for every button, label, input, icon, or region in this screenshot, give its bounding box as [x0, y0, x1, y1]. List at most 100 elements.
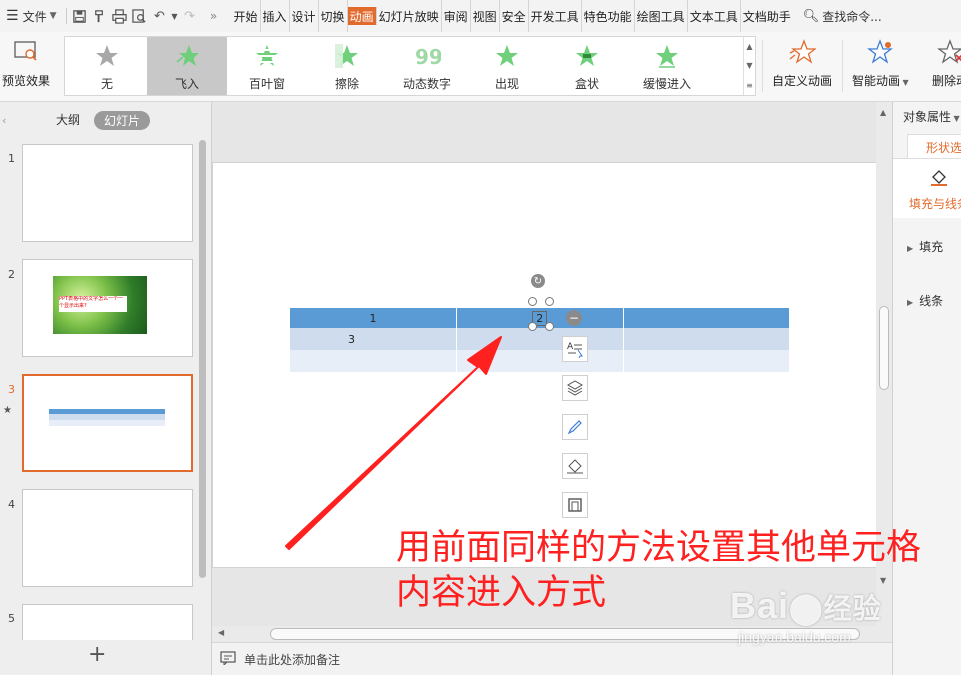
- animation-box-label: 盒状: [574, 77, 599, 91]
- resize-handle[interactable]: [528, 297, 537, 306]
- smart-animation-button[interactable]: 智能动画 ▼: [852, 38, 909, 89]
- pen-button[interactable]: [562, 414, 588, 440]
- tab-shape-options[interactable]: 形状选项: [907, 134, 961, 158]
- tab-security[interactable]: 安全: [500, 0, 529, 32]
- line-section[interactable]: ▶ 线条: [907, 292, 943, 309]
- table-cell[interactable]: 3: [290, 328, 457, 350]
- table-cell[interactable]: [623, 308, 790, 328]
- tab-slides[interactable]: 幻灯片: [94, 111, 151, 130]
- slide-canvas[interactable]: 1 2 3 ↻ − A: [212, 162, 880, 568]
- slide-thumbnail-1[interactable]: [22, 144, 193, 242]
- chevron-right-icon: ▶: [907, 298, 914, 307]
- table-cell[interactable]: [290, 350, 457, 372]
- delete-animation-icon: [936, 38, 961, 66]
- tab-features[interactable]: 特色功能: [582, 0, 635, 32]
- tab-review[interactable]: 审阅: [442, 0, 471, 32]
- animation-appear[interactable]: 出现: [467, 37, 547, 95]
- tab-view[interactable]: 视图: [471, 0, 500, 32]
- scrollbar-thumb[interactable]: [879, 306, 889, 390]
- ribbon-tabs: 开始 插入 设计 切换 动画 幻灯片放映 审阅 视图 安全 开发工具 特色功能 …: [232, 0, 793, 32]
- print-button[interactable]: [110, 6, 130, 26]
- gallery-expand-icon[interactable]: ≡: [746, 81, 753, 90]
- tab-home[interactable]: 开始: [232, 0, 261, 32]
- chevron-down-icon: ▼: [171, 11, 178, 21]
- chevron-up-icon[interactable]: ▲: [746, 42, 752, 51]
- animation-wipe[interactable]: 擦除: [307, 37, 387, 95]
- table-cell-selected[interactable]: 2: [456, 308, 624, 328]
- slide-table[interactable]: 1 2 3: [290, 308, 790, 372]
- tab-animation[interactable]: 动画: [347, 7, 377, 25]
- chevron-left-icon[interactable]: ◀: [218, 628, 224, 637]
- scrollbar-thumb[interactable]: [199, 140, 206, 578]
- resize-handle[interactable]: [528, 322, 537, 331]
- chevron-up-icon[interactable]: ▲: [880, 108, 886, 117]
- save-button[interactable]: [70, 6, 90, 26]
- tab-text-tools[interactable]: 文本工具: [688, 0, 741, 32]
- collapse-panel-icon[interactable]: ‹: [2, 114, 6, 127]
- slide-panel-scrollbar[interactable]: [199, 138, 207, 674]
- animation-slow-enter[interactable]: 缓慢进入: [627, 37, 707, 95]
- resize-handle[interactable]: [545, 322, 554, 331]
- file-menu[interactable]: ☰ 文件 ▼: [0, 0, 63, 32]
- slide-thumbnail-2[interactable]: PPT表格中的文字怎么一个一个显示出来?: [22, 259, 193, 357]
- tab-slideshow[interactable]: 幻灯片放映: [377, 0, 442, 32]
- annotation-line: 用前面同样的方法设置其他单元格: [396, 528, 922, 568]
- slide-thumbnail-4[interactable]: [22, 489, 193, 587]
- save-icon: [73, 9, 86, 23]
- undo-button[interactable]: ↶: [150, 6, 170, 26]
- animation-dynamic-number[interactable]: 99 动态数字: [387, 37, 467, 95]
- slide-thumbnail-3[interactable]: [22, 374, 193, 472]
- tab-outline[interactable]: 大纲: [56, 111, 80, 128]
- tab-insert[interactable]: 插入: [261, 0, 290, 32]
- custom-animation-button[interactable]: 自定义动画: [772, 38, 832, 89]
- animation-none[interactable]: 无: [67, 37, 147, 95]
- fill-line-tab[interactable]: 填充与线条: [893, 158, 961, 218]
- table-cell[interactable]: [623, 350, 790, 372]
- fill-button[interactable]: [562, 453, 588, 479]
- gallery-scrollbar[interactable]: ▲ ▼ ≡: [743, 37, 755, 95]
- animation-fly-in[interactable]: 飞入: [147, 37, 227, 95]
- tab-doc-assistant[interactable]: 文档助手: [741, 0, 793, 32]
- tab-developer[interactable]: 开发工具: [529, 0, 582, 32]
- add-slide-button[interactable]: +: [88, 642, 106, 667]
- layers-button[interactable]: [562, 375, 588, 401]
- divider: [65, 8, 67, 24]
- tab-drawing-tools[interactable]: 绘图工具: [635, 0, 688, 32]
- notes-placeholder: 单击此处添加备注: [244, 652, 341, 667]
- svg-text:99: 99: [415, 45, 441, 68]
- border-icon: [568, 498, 582, 512]
- watermark-url: jingyan.baidu.com: [738, 629, 851, 645]
- preview-effect-button[interactable]: 预览效果: [2, 38, 50, 89]
- fill-section[interactable]: ▶ 填充: [907, 238, 943, 255]
- command-search[interactable]: 🔍︎ 查找命令...: [803, 8, 882, 25]
- slide-number: 1: [8, 152, 15, 165]
- table-cell[interactable]: 1: [290, 308, 457, 328]
- tab-design[interactable]: 设计: [290, 0, 319, 32]
- property-panel-title[interactable]: 对象属性 ▼: [903, 108, 960, 125]
- paw-icon: ⬤: [789, 592, 824, 625]
- notes-bar[interactable]: 单击此处添加备注: [212, 642, 892, 675]
- more-quick-actions-button[interactable]: »: [204, 6, 224, 26]
- slide-thumbnail-5[interactable]: [22, 604, 193, 640]
- table-cell[interactable]: [456, 350, 624, 372]
- border-button[interactable]: [562, 492, 588, 518]
- rotate-handle[interactable]: ↻: [531, 274, 545, 288]
- collapse-icon[interactable]: −: [566, 310, 582, 326]
- custom-animation-icon: [788, 38, 816, 66]
- format-painter-button[interactable]: [90, 6, 110, 26]
- print-preview-button[interactable]: [130, 6, 150, 26]
- resize-handle[interactable]: [545, 297, 554, 306]
- animation-box[interactable]: 盒状: [547, 37, 627, 95]
- text-effects-button[interactable]: A: [562, 336, 588, 362]
- animation-appear-label: 出现: [494, 77, 519, 91]
- redo-button[interactable]: ↷: [180, 6, 200, 26]
- animation-blinds[interactable]: 百叶窗: [227, 37, 307, 95]
- table-cell[interactable]: [456, 328, 624, 350]
- tab-transition[interactable]: 切换: [319, 0, 348, 32]
- undo-dropdown-button[interactable]: ▼: [170, 6, 180, 26]
- delete-animation-button[interactable]: 删除动: [932, 38, 961, 89]
- paint-bucket-icon: [929, 167, 949, 190]
- slide-thumbnail-caption: PPT表格中的文字怎么一个一个显示出来?: [59, 296, 127, 312]
- chevron-down-icon[interactable]: ▼: [746, 61, 752, 70]
- table-cell[interactable]: [623, 328, 790, 350]
